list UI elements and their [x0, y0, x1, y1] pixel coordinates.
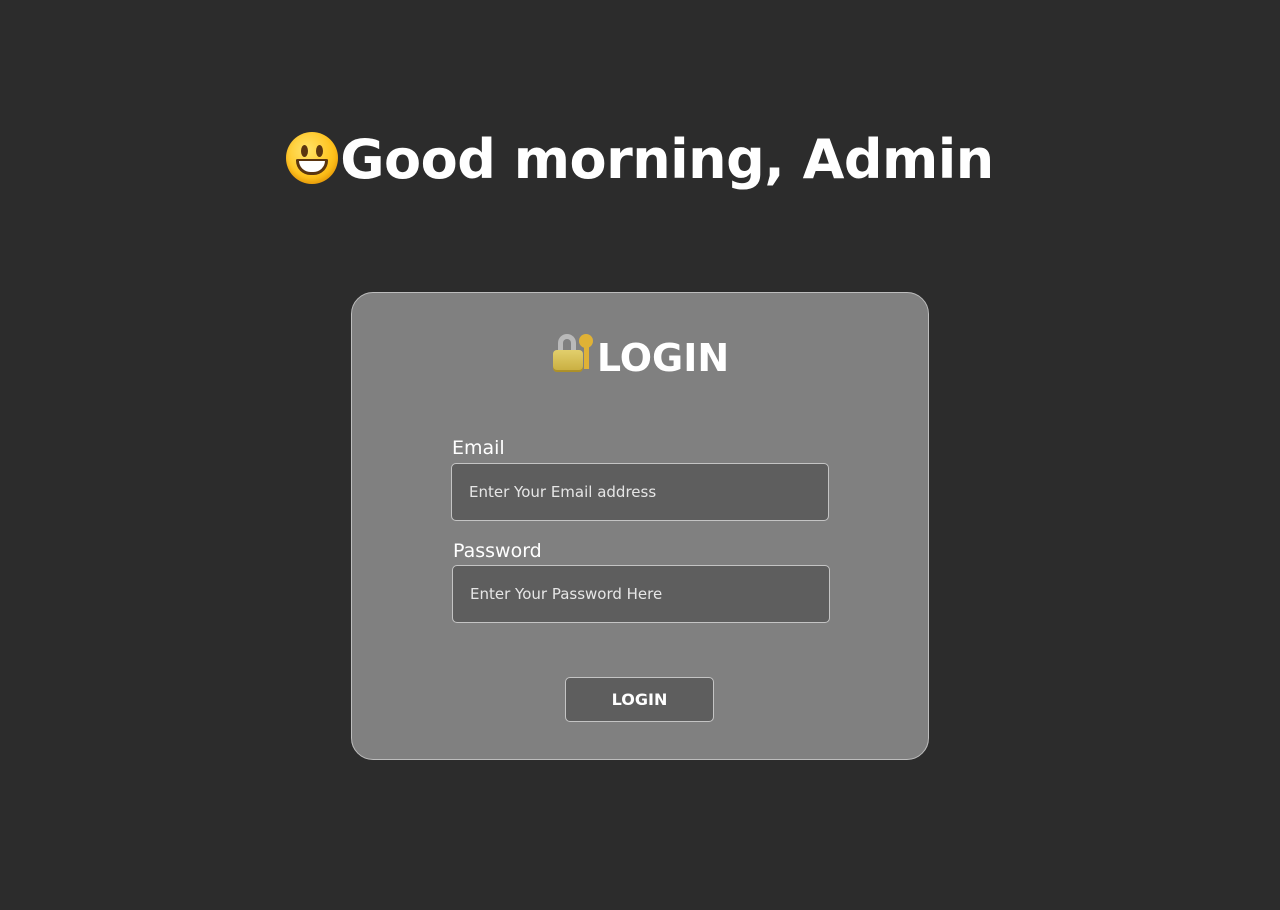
login-title: LOGIN: [352, 333, 928, 383]
greeting-text: Good morning, Admin: [340, 128, 994, 191]
login-title-text: LOGIN: [596, 336, 730, 380]
greeting-heading: Good morning, Admin: [0, 128, 1280, 192]
email-input[interactable]: [451, 463, 829, 521]
smiley-icon: [286, 132, 339, 184]
password-label: Password: [453, 540, 542, 562]
login-button[interactable]: LOGIN: [565, 677, 714, 722]
login-card: LOGIN Email Password LOGIN: [351, 292, 929, 760]
lock-with-key-icon: [551, 333, 595, 375]
email-label: Email: [452, 437, 505, 459]
password-input[interactable]: [452, 565, 830, 623]
login-page: Good morning, Admin LOGIN Email Password…: [0, 0, 1280, 910]
